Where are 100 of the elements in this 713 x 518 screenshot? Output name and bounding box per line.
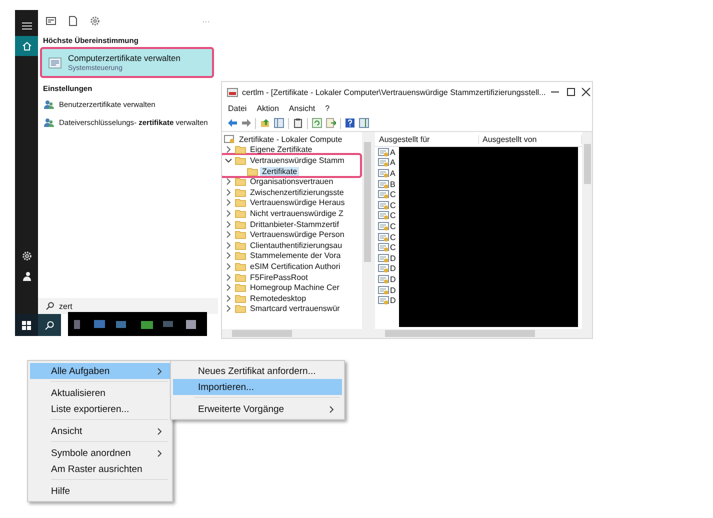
chevron-right-icon[interactable]: [226, 188, 231, 196]
forward-arrow-button[interactable]: [241, 118, 251, 128]
forward-arrow-icon: [241, 118, 251, 128]
help-button[interactable]: [345, 118, 355, 128]
certificate-icon: [378, 168, 389, 178]
search-icon: [45, 320, 54, 330]
tree-item[interactable]: Clientauthentifizierungsau: [222, 240, 362, 251]
search-icon: [46, 302, 54, 310]
more-options[interactable]: ···: [202, 16, 210, 26]
menu-item[interactable]: Hilfe: [30, 483, 170, 499]
menu-item[interactable]: Neues Zertifikat anfordern...: [173, 363, 342, 379]
certificate-icon: [378, 274, 389, 284]
chevron-right-icon[interactable]: [226, 210, 231, 217]
chevron-right-icon[interactable]: [226, 178, 231, 186]
certificate-icon: [378, 200, 389, 210]
clipboard-button[interactable]: [293, 118, 303, 128]
table-cell: A: [390, 168, 396, 178]
vertical-scrollbar[interactable]: [362, 132, 372, 329]
app-window-icon[interactable]: [46, 17, 56, 25]
table-cell: C: [390, 243, 396, 252]
tree-item[interactable]: Eigene Zertifikate: [222, 144, 362, 156]
tree-item[interactable]: F5FirePassRoot: [222, 272, 362, 282]
tree-item[interactable]: Organisationsvertrauen: [222, 176, 362, 187]
tree-item[interactable]: Zwischenzertifizierungsste: [222, 186, 362, 198]
export-list-button[interactable]: [326, 118, 336, 128]
tree-item[interactable]: Zertifikate - Lokaler Compute: [222, 134, 362, 145]
menu-item[interactable]: Datei: [228, 104, 247, 113]
menu-item[interactable]: Liste exportieren...: [30, 401, 170, 417]
chevron-right-icon[interactable]: [226, 305, 231, 312]
start-button[interactable]: [15, 314, 38, 336]
action-pane-icon: [359, 118, 369, 128]
taskbar-search-button[interactable]: [38, 314, 61, 336]
certificate-console-icon: [48, 56, 62, 70]
table-cell: D: [390, 254, 396, 263]
menu-item[interactable]: Symbole anordnen: [30, 445, 170, 461]
menu-item[interactable]: Aktualisieren: [30, 385, 170, 401]
window-title: certlm - [Zertifikate - Lokaler Computer\Vertrauenswürdige Stammzertifizierungsstell...: [242, 88, 546, 96]
chevron-right-icon[interactable]: [226, 242, 231, 249]
menu-icon[interactable]: [22, 22, 32, 30]
tree-item[interactable]: Zertifikate: [222, 166, 360, 176]
table-cell: C: [390, 222, 396, 231]
tree-item[interactable]: Nicht vertrauenswürdige Z: [222, 208, 362, 219]
refresh-icon: [312, 118, 322, 128]
tree-item[interactable]: Remotedesktop: [222, 292, 362, 304]
column-header[interactable]: Ausgestellt für: [375, 134, 478, 144]
chevron-right-icon[interactable]: [226, 146, 231, 154]
horizontal-scrollbar[interactable]: [222, 329, 372, 338]
chevron-right-icon[interactable]: [226, 231, 231, 238]
tree-item[interactable]: Drittanbieter-Stammzertif: [222, 218, 362, 230]
back-arrow-button[interactable]: [227, 118, 237, 128]
table-cell: D: [390, 296, 396, 306]
user-icon[interactable]: [22, 271, 32, 281]
menu-item[interactable]: Importieren...: [173, 379, 342, 395]
folder-icon: [235, 208, 246, 218]
vertical-scrollbar[interactable]: [582, 132, 592, 329]
tree-item[interactable]: Vertrauenswürdige Stamm: [222, 155, 360, 166]
chevron-right-icon[interactable]: [226, 220, 231, 228]
menu-item[interactable]: Erweiterte Vorgänge: [173, 401, 342, 417]
tree-item[interactable]: Smartcard vertrauenswür: [222, 304, 362, 314]
certificate-store-icon: [227, 87, 238, 97]
refresh-button[interactable]: [312, 118, 322, 128]
chevron-right-icon[interactable]: [226, 262, 231, 270]
folder-icon: [235, 283, 246, 292]
menu-item[interactable]: Ansicht: [288, 104, 316, 113]
menu-item[interactable]: ?: [325, 104, 330, 113]
tree-item[interactable]: Vertrauenswürdige Person: [222, 229, 362, 240]
chevron-right-icon[interactable]: [226, 284, 231, 292]
folder-icon: [235, 240, 246, 250]
folder-icon: [235, 156, 246, 165]
horizontal-scrollbar[interactable]: [375, 329, 592, 338]
folder-icon: [235, 262, 246, 271]
folder-icon: [235, 304, 246, 314]
folder-icon: [235, 272, 246, 282]
menu-item[interactable]: Ansicht: [30, 423, 170, 439]
up-folder-button[interactable]: [260, 118, 270, 128]
tree-item[interactable]: Homegroup Machine Cer: [222, 282, 362, 293]
chevron-right-icon[interactable]: [226, 274, 231, 281]
document-icon[interactable]: [69, 16, 77, 26]
tree-item[interactable]: Vertrauenswürdige Heraus: [222, 198, 362, 208]
table-cell: A: [390, 148, 396, 157]
folder-icon: [235, 177, 246, 186]
menu-item[interactable]: Aktion: [256, 104, 279, 113]
chevron-down-icon[interactable]: [225, 158, 232, 163]
certificate-icon: [378, 211, 389, 220]
menu-item[interactable]: Am Raster ausrichten: [30, 461, 170, 477]
home-icon[interactable]: [22, 41, 32, 51]
search-field[interactable]: zert: [59, 302, 210, 310]
certificate-icon: [378, 254, 389, 263]
search-box[interactable]: zert: [38, 298, 218, 314]
chevron-right-icon[interactable]: [226, 294, 231, 302]
console-tree-button[interactable]: [274, 118, 284, 128]
export-list-icon: [326, 118, 336, 128]
chevron-right-icon[interactable]: [226, 252, 231, 260]
users-icon: [44, 100, 54, 108]
tree-item[interactable]: eSIM Certification Authori: [222, 261, 362, 272]
menu-item[interactable]: Alle Aufgaben: [30, 363, 170, 379]
tree-item[interactable]: Stammelemente der Vora: [222, 250, 362, 262]
folder-icon: [235, 220, 246, 229]
action-pane-button[interactable]: [359, 118, 369, 128]
chevron-right-icon[interactable]: [226, 199, 231, 206]
